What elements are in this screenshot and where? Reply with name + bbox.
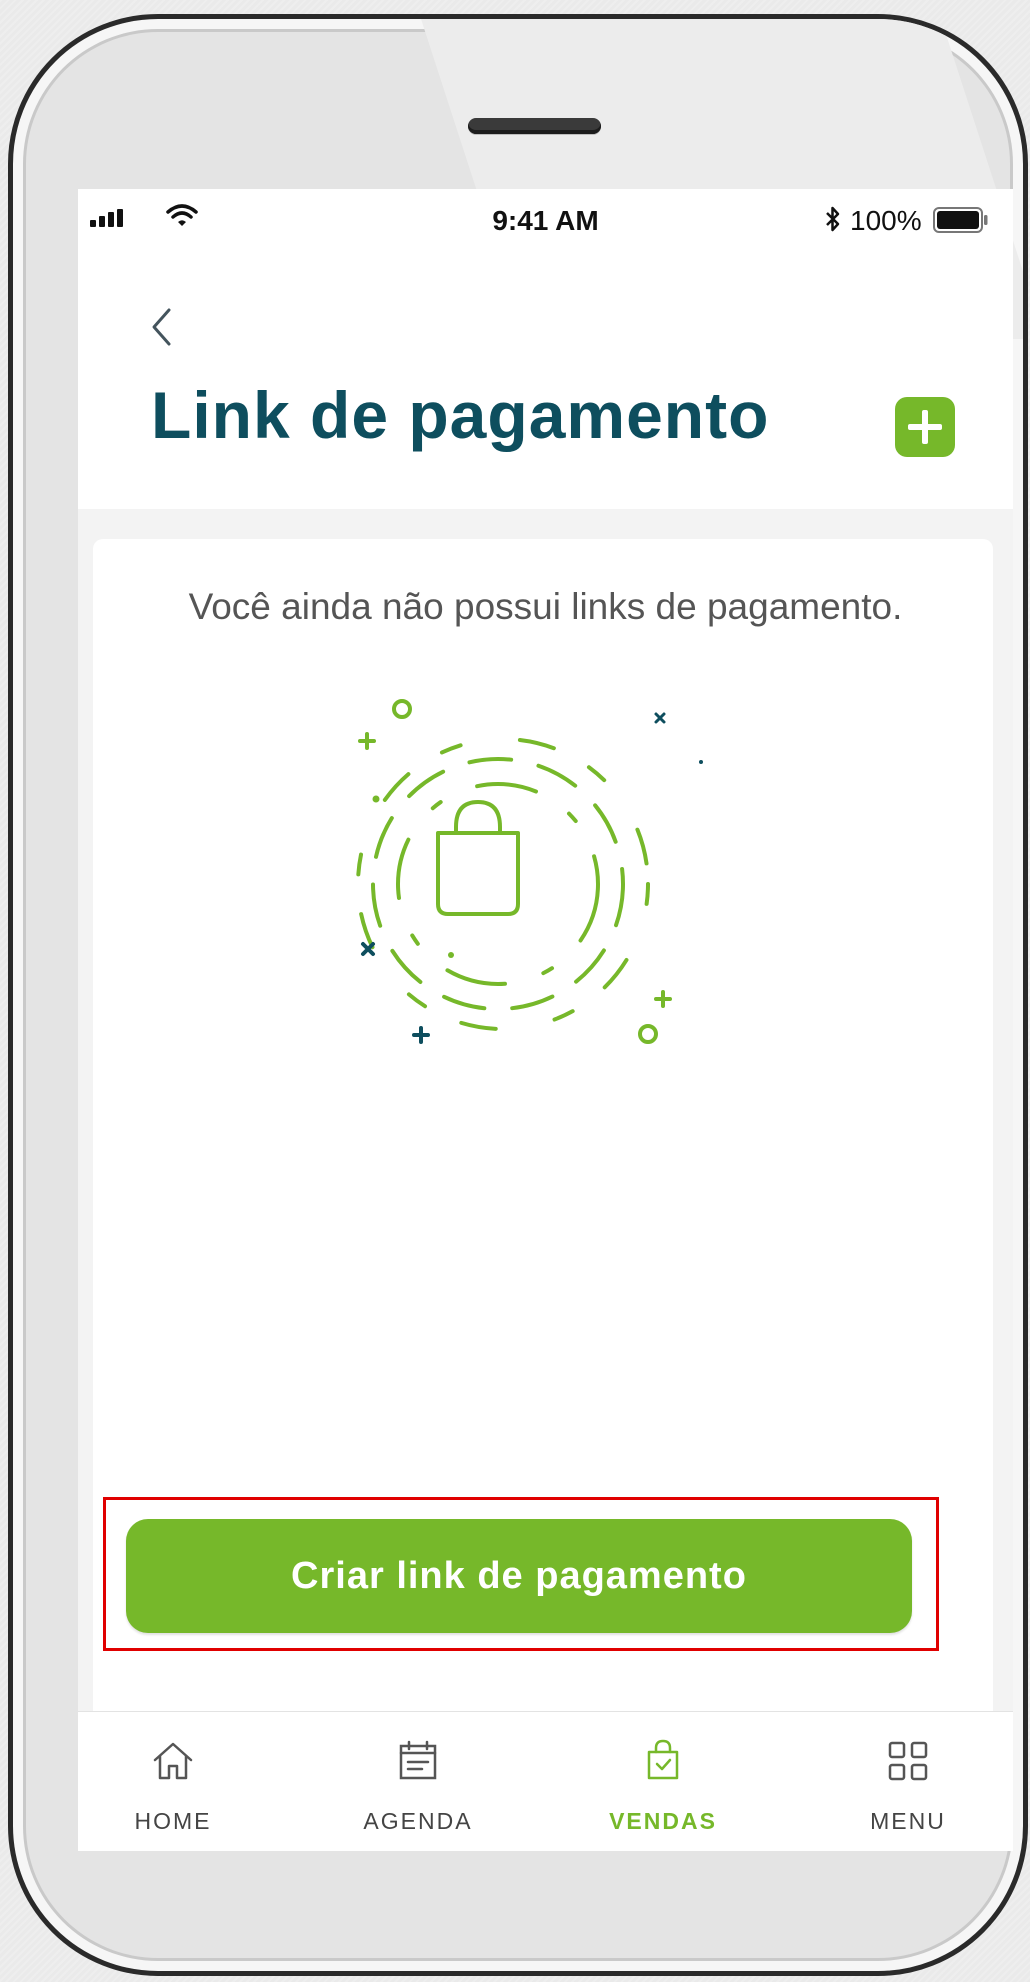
bottom-tab-bar: HOME AGENDA VENDAS MENU (78, 1711, 1013, 1851)
tab-label: AGENDA (363, 1808, 473, 1834)
home-icon (153, 1742, 193, 1780)
app-screen: 9:41 AM 100% Link de pagamento Você aind… (78, 189, 1013, 1851)
tab-agenda[interactable]: AGENDA (338, 1712, 498, 1851)
tab-menu[interactable]: MENU (828, 1712, 988, 1851)
chevron-left-icon[interactable] (150, 307, 172, 347)
phone-frame: 9:41 AM 100% Link de pagamento Você aind… (8, 14, 1028, 1976)
shopping-bag-check-icon (647, 1739, 679, 1780)
battery-icon (933, 207, 988, 233)
tab-label: VENDAS (609, 1808, 717, 1834)
create-payment-link-button[interactable]: Criar link de pagamento (126, 1519, 912, 1633)
tab-home[interactable]: HOME (93, 1712, 253, 1851)
tab-vendas[interactable]: VENDAS (583, 1712, 743, 1851)
calendar-icon (399, 1740, 437, 1780)
tab-label: MENU (870, 1808, 946, 1834)
page-title: Link de pagamento (151, 378, 770, 452)
empty-state-message: Você ainda não possui links de pagamento… (188, 586, 903, 627)
battery-percentage: 100% (850, 205, 922, 236)
tab-label: HOME (134, 1808, 212, 1834)
earpiece-speaker (468, 118, 601, 134)
grid-icon (888, 1741, 928, 1781)
add-link-button[interactable] (895, 397, 955, 457)
bluetooth-icon (826, 206, 840, 232)
status-bar: 9:41 AM 100% (78, 189, 1013, 249)
empty-state-illustration (356, 699, 703, 1044)
